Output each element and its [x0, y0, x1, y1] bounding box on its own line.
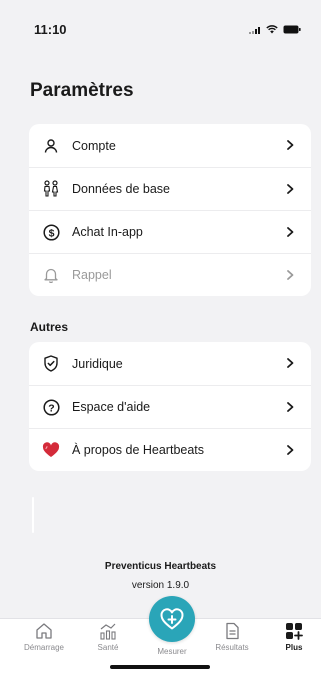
battery-icon	[283, 25, 301, 34]
settings-card: Compte Données de base $ Achat In-app Ra…	[29, 124, 311, 296]
shield-check-icon	[41, 354, 61, 374]
chevron-right-icon	[287, 358, 294, 368]
chevron-right-icon	[287, 402, 294, 412]
status-time: 11:10	[34, 22, 67, 37]
chevron-right-icon	[287, 227, 294, 237]
people-icon	[41, 179, 61, 199]
others-item-label: Espace d'aide	[72, 400, 151, 414]
others-card: Juridique ? Espace d'aide À propos de He…	[29, 342, 311, 471]
chevron-right-icon	[287, 140, 294, 150]
help-circle-icon: ?	[41, 397, 61, 417]
tab-label: Démarrage	[23, 643, 64, 652]
wifi-icon	[266, 25, 278, 34]
tab-demarrage[interactable]: Démarrage	[14, 621, 74, 652]
settings-item-compte[interactable]: Compte	[29, 124, 311, 167]
footer-version: version 1.9.0	[131, 580, 190, 591]
grid-plus-icon	[286, 623, 303, 640]
scroll-indicator	[32, 497, 34, 533]
chevron-right-icon	[287, 270, 294, 280]
others-item-label: À propos de Heartbeats	[72, 443, 205, 457]
status-icons	[249, 25, 301, 34]
dollar-circle-icon: $	[41, 222, 61, 242]
chevron-right-icon	[287, 445, 294, 455]
others-item-label: Juridique	[72, 356, 123, 371]
svg-text:$: $	[48, 227, 54, 239]
settings-item-label: Achat In-app	[72, 225, 143, 239]
chevron-right-icon	[287, 184, 294, 194]
footer-app-name: Preventicus Heartbeats	[104, 561, 217, 572]
settings-item-label: Compte	[72, 138, 116, 153]
tab-label: Plus	[285, 643, 303, 652]
settings-item-rappel[interactable]: Rappel	[29, 253, 311, 296]
home-indicator	[110, 665, 210, 669]
others-item-a-propos[interactable]: À propos de Heartbeats	[29, 428, 311, 471]
heart-plus-icon	[160, 608, 184, 630]
tab-plus[interactable]: Plus	[264, 621, 321, 652]
tab-label: Santé	[97, 643, 119, 652]
section-title-autres: Autres	[30, 320, 69, 334]
svg-text:?: ?	[48, 402, 54, 414]
measure-button[interactable]	[149, 596, 195, 642]
settings-item-donnees-de-base[interactable]: Données de base	[29, 167, 311, 210]
others-item-espace-aide[interactable]: ? Espace d'aide	[29, 385, 311, 428]
home-icon	[36, 623, 52, 639]
settings-item-label: Rappel	[72, 268, 112, 282]
tab-resultats[interactable]: Résultats	[202, 621, 262, 652]
cellular-signal-icon	[249, 26, 260, 34]
page-title: Paramètres	[30, 80, 134, 101]
bell-icon	[41, 265, 61, 285]
tab-mesurer[interactable]: Mesurer	[142, 645, 202, 656]
tab-label: Résultats	[215, 643, 249, 652]
tab-label: Mesurer	[157, 647, 187, 656]
chart-icon	[100, 623, 116, 640]
settings-item-label: Données de base	[72, 182, 170, 196]
tab-sante[interactable]: Santé	[78, 621, 138, 652]
document-icon	[226, 622, 239, 640]
others-item-juridique[interactable]: Juridique	[29, 342, 311, 385]
settings-item-achat-in-app[interactable]: $ Achat In-app	[29, 210, 311, 253]
user-icon	[41, 136, 61, 156]
heart-icon	[41, 440, 61, 460]
status-bar: 11:10	[0, 0, 321, 44]
